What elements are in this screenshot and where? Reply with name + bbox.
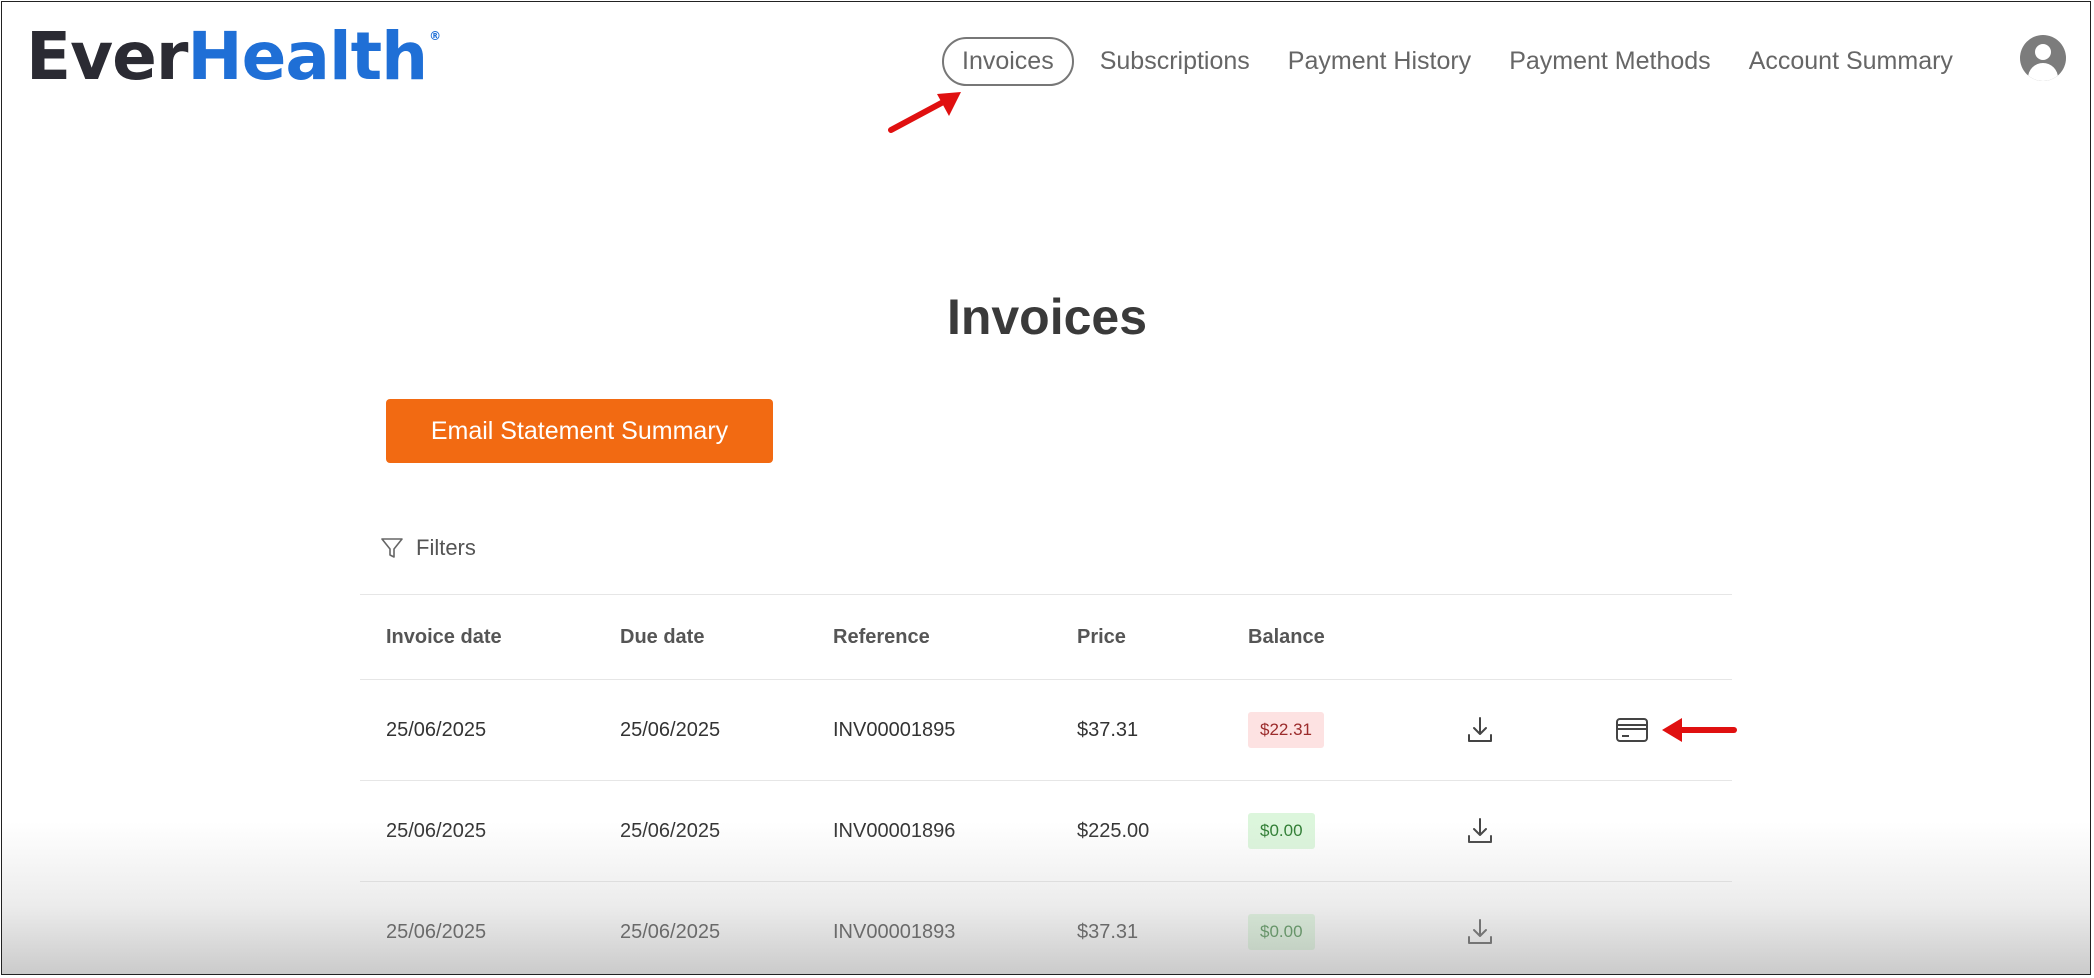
- download-invoice-button[interactable]: [1465, 680, 1495, 780]
- invoice-date-cell: 25/06/2025: [386, 920, 487, 943]
- avatar-body: [2028, 63, 2058, 81]
- invoice-date-cell: 25/06/2025: [386, 819, 487, 842]
- filters-label: Filters: [416, 535, 476, 560]
- col-header-due-date[interactable]: Due date: [620, 595, 704, 679]
- table-row: 25/06/2025 25/06/2025 INV00001893 $37.31…: [360, 881, 1732, 974]
- pay-invoice-button[interactable]: [1615, 680, 1649, 780]
- email-statement-summary-button[interactable]: Email Statement Summary: [386, 399, 773, 463]
- logo-part-ever: Ever: [26, 18, 188, 95]
- table-row: 25/06/2025 25/06/2025 INV00001896 $225.0…: [360, 780, 1732, 881]
- download-icon: [1468, 717, 1492, 742]
- download-icon: [1468, 919, 1492, 944]
- reference-cell: INV00001895: [833, 718, 956, 741]
- user-avatar-icon[interactable]: [2020, 35, 2066, 81]
- col-header-balance[interactable]: Balance: [1248, 595, 1325, 679]
- credit-card-icon: [1616, 718, 1648, 742]
- balance-badge-paid: $0.00: [1248, 914, 1315, 950]
- nav-payment-history[interactable]: Payment History: [1288, 47, 1471, 76]
- nav-subscriptions[interactable]: Subscriptions: [1100, 47, 1250, 76]
- avatar-head: [2035, 44, 2051, 60]
- nav-account-summary[interactable]: Account Summary: [1749, 47, 1953, 76]
- col-header-reference[interactable]: Reference: [833, 595, 930, 679]
- due-date-cell: 25/06/2025: [620, 920, 721, 943]
- price-cell: $37.31: [1077, 920, 1139, 943]
- filters-toggle[interactable]: Filters: [380, 535, 476, 561]
- col-header-price[interactable]: Price: [1077, 595, 1126, 679]
- everhealth-logo[interactable]: EverHealth ®: [26, 24, 441, 90]
- logo-registered-mark: ®: [429, 29, 441, 43]
- app-frame: EverHealth ® Invoices Subscriptions Payme…: [1, 1, 2091, 975]
- red-arrow-annotation: [1662, 718, 1737, 742]
- balance-cell: $0.00: [1248, 781, 1315, 881]
- price-cell: $37.31: [1077, 718, 1139, 741]
- logo-part-health: Health: [187, 18, 428, 95]
- page-title: Invoices: [946, 289, 1148, 345]
- balance-badge-owed: $22.31: [1248, 712, 1324, 748]
- price-cell: $225.00: [1077, 819, 1150, 842]
- table-row: 25/06/2025 25/06/2025 INV00001895 $37.31…: [360, 679, 1737, 780]
- download-invoice-button[interactable]: [1465, 882, 1495, 974]
- table-header-row: Invoice date Due date Reference Price Ba…: [360, 594, 1732, 679]
- filter-icon: [381, 538, 403, 558]
- reference-cell: INV00001893: [833, 920, 956, 943]
- download-invoice-button[interactable]: [1465, 781, 1495, 881]
- nav-invoices[interactable]: Invoices: [942, 36, 1074, 86]
- balance-cell: $22.31: [1248, 680, 1324, 780]
- red-arrow-annotation: [888, 92, 961, 133]
- due-date-cell: 25/06/2025: [620, 819, 721, 842]
- invoice-date-cell: 25/06/2025: [386, 718, 487, 741]
- top-nav: Invoices Subscriptions Payment History P…: [942, 34, 1991, 88]
- nav-payment-methods[interactable]: Payment Methods: [1509, 47, 1711, 76]
- invoices-table: Invoice date Due date Reference Price Ba…: [360, 594, 1737, 974]
- balance-badge-paid: $0.00: [1248, 813, 1315, 849]
- download-icon: [1468, 818, 1492, 843]
- balance-cell: $0.00: [1248, 882, 1315, 974]
- due-date-cell: 25/06/2025: [620, 718, 721, 741]
- reference-cell: INV00001896: [833, 819, 956, 842]
- col-header-invoice-date[interactable]: Invoice date: [386, 595, 502, 679]
